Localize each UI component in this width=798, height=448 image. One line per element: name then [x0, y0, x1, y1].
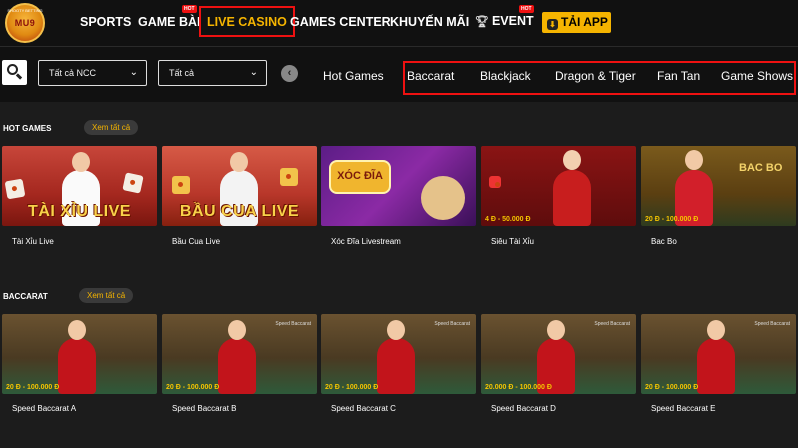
search-button[interactable]	[2, 60, 27, 85]
game-card-speed-baccarat-a[interactable]: 20 Đ - 100.000 Đ	[2, 314, 157, 394]
bac-bo-logo: BAC BO	[739, 162, 783, 174]
dealer-figure	[697, 338, 735, 394]
scroll-left-icon[interactable]: ‹	[281, 65, 298, 82]
game-card-speed-baccarat-c[interactable]: Speed Baccarat 20 Đ - 100.000 Đ	[321, 314, 476, 394]
chevron-down-icon: ⌄	[249, 67, 258, 78]
bowl-image	[421, 176, 465, 220]
hot-badge-event: HOT	[519, 5, 534, 13]
game-name[interactable]: Bầu Cua Live	[172, 237, 220, 246]
table-logo: Speed Baccarat	[754, 321, 790, 327]
game-card-bac-bo[interactable]: BAC BO 20 Đ - 100.000 Đ	[641, 146, 796, 226]
xoc-dia-logo: XÓC ĐĨA	[329, 160, 391, 194]
dealer-head	[387, 320, 405, 340]
game-card-speed-baccarat-b[interactable]: Speed Baccarat 20 Đ - 100.000 Đ	[162, 314, 317, 394]
brand-logo[interactable]: SHOOTY BETTING MU9	[5, 3, 45, 43]
game-card-xoc-dia-livestream[interactable]: XÓC ĐĨA	[321, 146, 476, 226]
download-icon: ⬇	[547, 19, 558, 30]
type-select[interactable]: Tất cả ⌄	[158, 60, 267, 86]
game-card-tai-xiu-live[interactable]: TÀI XỈU LIVE	[2, 146, 157, 226]
price-range: 20 Đ - 100.000 Đ	[6, 384, 60, 391]
section-title-baccarat: BACCARAT	[3, 292, 48, 301]
filter-bar: Tất cả NCC ⌄ Tất cả ⌄ ‹ Hot Games Baccar…	[0, 46, 798, 102]
dice-icon	[4, 178, 26, 200]
game-name[interactable]: Speed Baccarat A	[12, 404, 76, 413]
game-name[interactable]: Siêu Tài Xỉu	[491, 237, 534, 246]
dice-icon	[489, 176, 501, 188]
dealer-figure	[553, 170, 591, 226]
tab-game-shows[interactable]: Game Shows	[721, 69, 793, 83]
card-banner: TÀI XỈU LIVE	[28, 203, 131, 220]
card-banner: BẦU CUA LIVE	[179, 203, 300, 220]
tab-fan-tan[interactable]: Fan Tan	[657, 69, 700, 83]
table-logo: Speed Baccarat	[594, 321, 630, 327]
xoc-dia-logo-text: XÓC ĐĨA	[337, 170, 383, 182]
nav-sports[interactable]: SPORTS	[80, 15, 131, 29]
nav-live-casino[interactable]: LIVE CASINO	[199, 6, 295, 37]
tab-dragon-tiger[interactable]: Dragon & Tiger	[555, 69, 636, 83]
dealer-figure	[58, 338, 96, 394]
table-logo: Speed Baccarat	[275, 321, 311, 327]
trophy-icon: 🏆︎	[475, 16, 489, 28]
download-app-label: TẢI APP	[561, 15, 608, 29]
price-range: 20 Đ - 100.000 Đ	[325, 384, 379, 391]
chevron-down-icon: ⌄	[129, 67, 138, 78]
dealer-head	[72, 152, 90, 172]
game-name[interactable]: Speed Baccarat D	[491, 404, 556, 413]
price-range: 20 Đ - 100.000 Đ	[645, 384, 699, 391]
dice-icon	[280, 168, 298, 186]
dealer-head	[685, 150, 703, 170]
provider-select[interactable]: Tất cả NCC ⌄	[38, 60, 147, 86]
game-card-speed-baccarat-d[interactable]: Speed Baccarat 20.000 Đ - 100.000 Đ	[481, 314, 636, 394]
game-name[interactable]: Speed Baccarat B	[172, 404, 236, 413]
dealer-figure	[377, 338, 415, 394]
game-card-sieu-tai-xiu[interactable]: 4 Đ - 50.000 Đ	[481, 146, 636, 226]
tab-hot-games[interactable]: Hot Games	[323, 69, 384, 83]
download-app-button[interactable]: ⬇ TẢI APP	[542, 12, 611, 33]
game-name[interactable]: Tài Xỉu Live	[12, 237, 54, 246]
price-range: 20 Đ - 100.000 Đ	[166, 384, 220, 391]
tab-baccarat[interactable]: Baccarat	[407, 69, 454, 83]
nav-event[interactable]: 🏆︎ EVENT	[475, 14, 534, 28]
game-name[interactable]: Speed Baccarat E	[651, 404, 715, 413]
game-card-bau-cua-live[interactable]: BẦU CUA LIVE	[162, 146, 317, 226]
logo-text: MU9	[14, 18, 36, 28]
dealer-head	[547, 320, 565, 340]
search-icon-handle	[15, 73, 23, 80]
dealer-head	[230, 152, 248, 172]
see-all-hot-games-button[interactable]: Xem tất cả	[84, 120, 139, 135]
hot-badge: HOT	[182, 5, 197, 13]
price-range: 4 Đ - 50.000 Đ	[485, 216, 531, 223]
dice-icon	[122, 172, 144, 194]
dealer-figure	[218, 338, 256, 394]
dealer-head	[707, 320, 725, 340]
section-title-hot-games: HOT GAMES	[3, 124, 52, 133]
nav-games-center[interactable]: GAMES CENTER	[290, 15, 391, 29]
game-card-speed-baccarat-e[interactable]: Speed Baccarat 20 Đ - 100.000 Đ	[641, 314, 796, 394]
tab-blackjack[interactable]: Blackjack	[480, 69, 531, 83]
nav-event-label: EVENT	[491, 14, 534, 28]
price-range: 20 Đ - 100.000 Đ	[645, 216, 699, 223]
game-name[interactable]: Xóc Đĩa Livestream	[331, 237, 401, 246]
table-logo: Speed Baccarat	[434, 321, 470, 327]
game-name[interactable]: Speed Baccarat C	[331, 404, 396, 413]
price-range: 20.000 Đ - 100.000 Đ	[485, 384, 552, 391]
provider-select-value: Tất cả NCC	[49, 68, 97, 78]
dealer-head	[563, 150, 581, 170]
nav-game-bai[interactable]: GAME BÀI	[138, 15, 201, 29]
logo-ring-text: SHOOTY BETTING	[7, 8, 43, 13]
type-select-value: Tất cả	[169, 68, 195, 78]
top-navbar: SHOOTY BETTING MU9 SPORTS GAME BÀI HOT L…	[0, 0, 798, 46]
dice-icon	[172, 176, 190, 194]
game-name[interactable]: Bac Bo	[651, 237, 677, 246]
nav-khuyen-mai[interactable]: KHUYẾN MÃI	[390, 15, 469, 29]
dealer-head	[68, 320, 86, 340]
see-all-baccarat-button[interactable]: Xem tất cả	[79, 288, 134, 303]
dealer-head	[228, 320, 246, 340]
